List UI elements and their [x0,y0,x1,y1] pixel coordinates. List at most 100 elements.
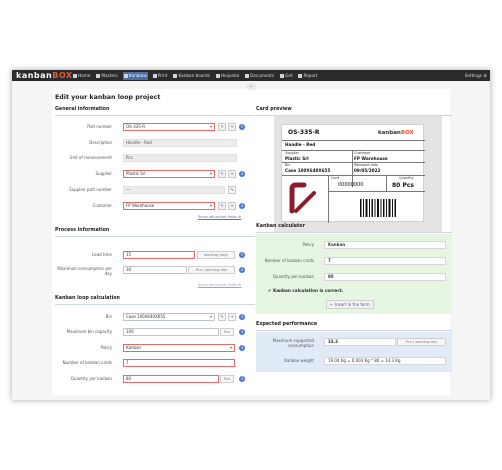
section-process-heading: Process information [55,228,110,233]
max-consumption-input[interactable]: 30 [123,266,187,274]
handle-image-icon [289,182,316,214]
part-number-select[interactable]: OS-335-R ▾ [123,123,215,131]
qty-per-kanban-unit: Pcs [220,375,234,383]
chevron-down-icon: ▾ [209,171,212,176]
barcode-icon [360,199,396,217]
edit-part-icon[interactable]: ✎ [218,123,226,131]
max-supported-label: Maximum supported consumption [272,338,314,348]
card-bin-label: Bin [285,163,291,167]
card-part-number: OS-335-R [288,129,320,136]
new-supplier-icon[interactable]: + [228,170,236,178]
kanban-weight-label: Kanban weight [284,358,314,363]
insert-in-form-button[interactable]: ← Insert in the form [326,300,374,309]
section-divider [256,232,452,233]
nav-label: Documents [250,73,275,78]
max-bin-capacity-input[interactable]: 100 [123,328,219,336]
policy-label: Policy [100,345,112,350]
info-icon[interactable]: i [239,267,245,273]
unit-field: Pcs [123,154,237,162]
logo-accent: BOX [52,71,73,80]
edit-supplier-icon[interactable]: ✎ [218,170,226,178]
supplier-label: Supplier [95,171,112,176]
heijunka-icon [215,73,220,78]
show-advanced-general-link[interactable]: Show advanced fields ⊕ [198,215,241,219]
section-divider [55,304,255,305]
new-part-icon[interactable]: + [228,123,236,131]
info-icon[interactable]: i [239,171,245,177]
card-divider [386,175,387,191]
app-logo[interactable]: kanbanBOX [16,70,73,81]
lead-time-label: Lead time [92,252,112,257]
lead-time-input[interactable]: 15 [123,251,195,259]
edit-bin-icon[interactable]: ✎ [218,313,226,321]
info-icon[interactable]: i [239,203,245,209]
calc-qty-value: 80 [324,273,446,281]
nav-documents[interactable]: Documents [244,72,275,80]
nav-label: Get [285,73,293,78]
nav-get[interactable]: Get [279,72,293,80]
nav-label: Home [78,73,91,78]
policy-value: Kanban [126,345,142,350]
supplier-select[interactable]: Plastic Srl ▾ [123,170,215,178]
customer-label: Customer [92,203,112,208]
nav-masters[interactable]: Masters [95,72,118,80]
kanban-cards-input[interactable]: 7 [123,359,235,367]
nav-label: Masters [101,73,118,78]
bin-select[interactable]: Case 100X640X655 ▾ [123,313,215,321]
nav-kanbans[interactable]: Kanbans [122,71,148,80]
info-icon[interactable]: i [239,314,245,320]
nav-kanban-boards[interactable]: Kanban boards [172,72,210,80]
info-icon[interactable]: i [239,345,245,351]
nav-heijunka[interactable]: Heijunka [215,72,240,80]
info-icon[interactable]: i [239,252,245,258]
section-divider [55,115,255,116]
supplier-part-label: Supplier part number [69,187,112,192]
customer-value: FP Warehouse [126,203,155,208]
section-calculator-heading: Kanban calculator [256,224,305,229]
supplier-part-field: --- [123,186,225,194]
max-bin-capacity-unit: Pcs [220,328,234,336]
show-advanced-process-link[interactable]: Show advanced fields ⊕ [198,283,241,287]
bin-value: Case 100X640X655 [126,314,166,319]
collapse-toggle-icon[interactable]: ⌄ [246,83,256,90]
new-customer-icon[interactable]: + [228,202,236,210]
report-icon [298,73,303,78]
new-bin-icon[interactable]: + [228,313,236,321]
card-preview-frame: OS-335-R kanbanBOX Handle - Red Supplier… [274,116,442,232]
board-icon [173,73,178,78]
info-icon[interactable]: i [239,376,245,382]
edit-supplier-part-icon[interactable]: ✎ [228,186,236,194]
description-field: Handle - Red [123,139,237,147]
nav-print[interactable]: Print [152,72,169,80]
card-supplier-value: Plastic Srl [285,156,309,161]
supplier-value: Plastic Srl [126,171,146,176]
kanban-card: OS-335-R kanbanBOX Handle - Red Supplier… [281,124,425,223]
qty-per-kanban-input[interactable]: 80 [123,375,219,383]
kanban-cards-label: Number of kanban cards [62,360,112,365]
card-released-value: 09/05/2022 [354,168,381,173]
description-label: Description [89,140,112,145]
calc-cards-label: Number of kanban cards [264,258,314,263]
app-window: kanbanBOX Home Masters Kanbans Print Kan… [12,70,490,400]
chevron-down-icon: ▾ [229,345,232,350]
edit-customer-icon[interactable]: ✎ [218,202,226,210]
card-divider [328,175,329,223]
settings-link[interactable]: Settings ⚙ [465,70,487,81]
qty-per-kanban-label: Quantity per kanban [70,376,112,381]
card-customer-label: Customer [354,151,371,155]
part-number-label: Part number [87,124,112,129]
card-number-label: Card [331,176,339,180]
section-divider [256,330,452,331]
nav-home[interactable]: Home [72,72,91,80]
card-description: Handle - Red [285,142,316,147]
info-icon[interactable]: i [239,329,245,335]
customer-select[interactable]: FP Warehouse ▾ [123,202,215,210]
card-divider [282,140,425,141]
policy-select[interactable]: Kanban ▾ [123,344,235,352]
part-number-value: OS-335-R [126,124,145,129]
info-icon[interactable]: i [239,124,245,130]
nav-report[interactable]: Report [297,72,318,80]
chevron-down-icon: ▾ [209,203,212,208]
card-customer-value: FP Warehouse [354,156,388,161]
nav-label: Report [303,73,318,78]
